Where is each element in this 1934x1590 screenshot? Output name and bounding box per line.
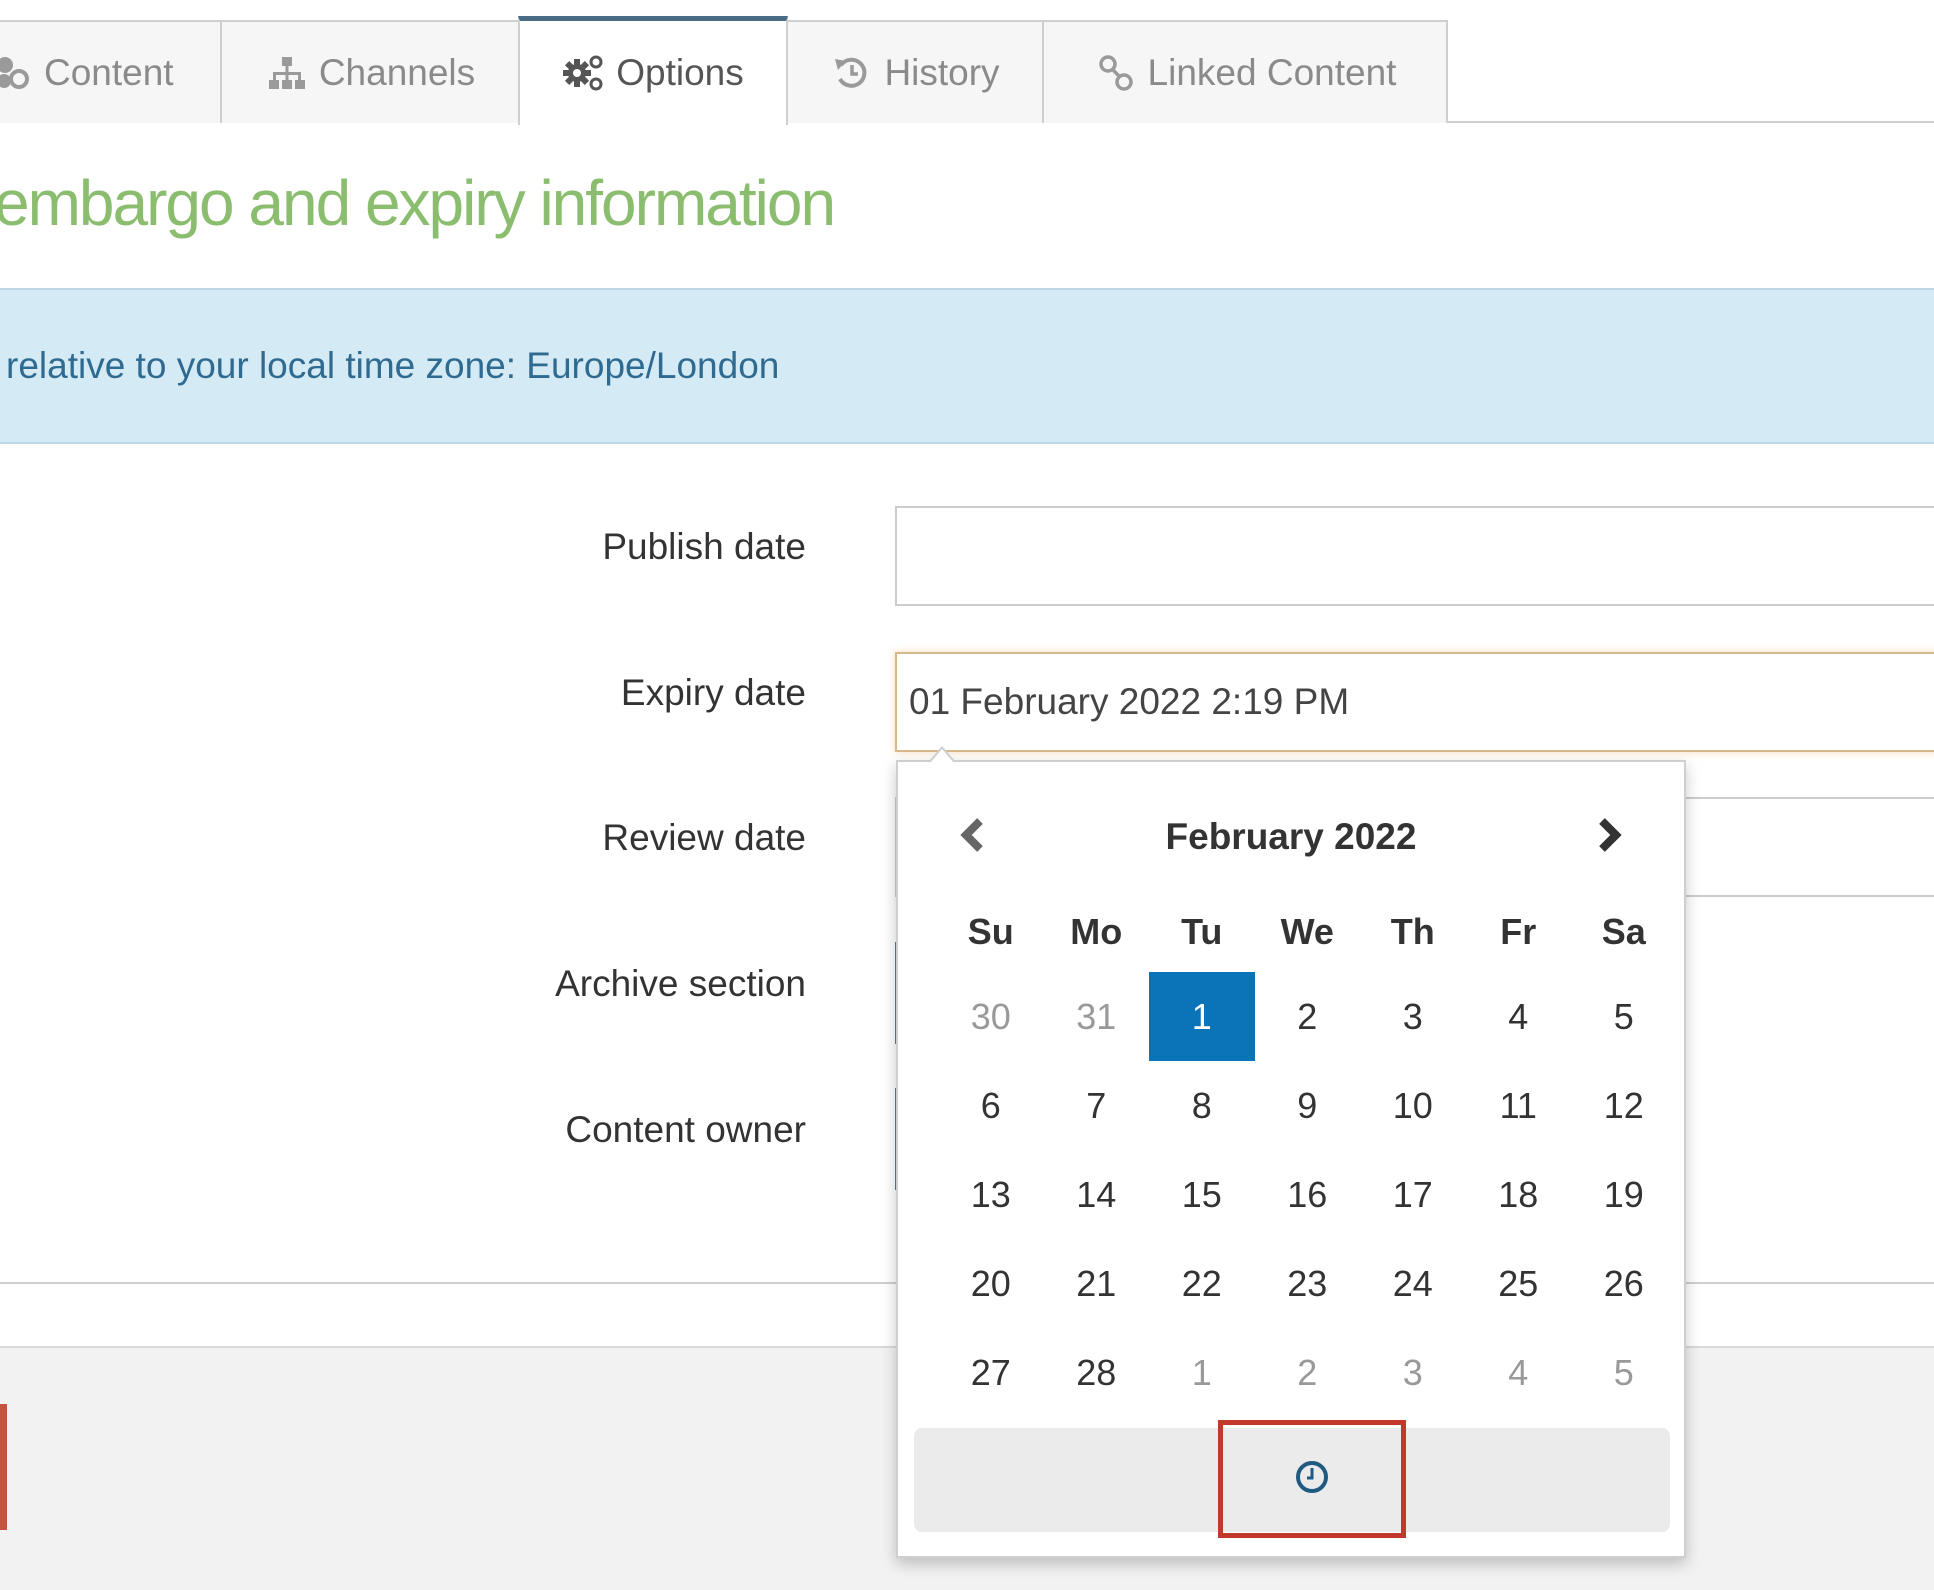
- clock-icon: [1293, 1458, 1331, 1501]
- expiry-date-value: 01 February 2022 2:19 PM: [909, 681, 1350, 722]
- calendar-day[interactable]: 14: [1044, 1150, 1150, 1239]
- datepicker-header: February 2022: [898, 802, 1684, 872]
- calendar-day-selected[interactable]: 1: [1149, 972, 1255, 1061]
- calendar-day[interactable]: 21: [1044, 1239, 1150, 1328]
- calendar-day[interactable]: 10: [1360, 1061, 1466, 1150]
- content-owner-label: Content owner: [565, 1109, 806, 1150]
- tab-label: Content: [44, 51, 174, 93]
- tab-linked-content[interactable]: Linked Content: [1042, 20, 1448, 123]
- weekday-header: Fr: [1500, 911, 1537, 952]
- tab-label: Channels: [318, 51, 476, 93]
- calendar-day-other-month[interactable]: 5: [1571, 1328, 1677, 1417]
- weekday-header: Th: [1390, 911, 1435, 952]
- publish-date-input[interactable]: [895, 506, 1934, 606]
- calendar-day[interactable]: 7: [1044, 1061, 1150, 1150]
- tab-label: History: [884, 51, 1000, 93]
- gears-icon: [562, 53, 606, 93]
- section-title: embargo and expiry information: [0, 167, 836, 239]
- calendar-day[interactable]: 17: [1360, 1150, 1466, 1239]
- calendar-day[interactable]: 22: [1149, 1239, 1255, 1328]
- calendar-day-other-month[interactable]: 30: [938, 972, 1044, 1061]
- tab-channels[interactable]: Channels: [220, 20, 520, 123]
- time-picker-toggle-button[interactable]: [1218, 1420, 1406, 1538]
- calendar-day[interactable]: 20: [938, 1239, 1044, 1328]
- calendar-day[interactable]: 24: [1360, 1239, 1466, 1328]
- weekday-header: Mo: [1070, 911, 1123, 952]
- tab-bar: Content Channels Options History Linked …: [0, 0, 1934, 125]
- next-month-button[interactable]: [1574, 802, 1644, 872]
- calendar-day[interactable]: 3: [1360, 972, 1466, 1061]
- timezone-info-banner: relative to your local time zone: Europe…: [0, 288, 1934, 444]
- datepicker-time-bar: [914, 1420, 1670, 1538]
- datepicker-popup: February 2022 Su Mo Tu We Th Fr Sa 30 31 1 2 3 4 5 6 7 8…: [896, 746, 1686, 1558]
- expiry-date-input[interactable]: 01 February 2022 2:19 PM: [895, 652, 1934, 752]
- tab-content[interactable]: Content: [0, 20, 222, 123]
- calendar-day[interactable]: 18: [1466, 1150, 1572, 1239]
- datepicker-grid: Su Mo Tu We Th Fr Sa 30 31 1 2 3 4 5 6 7 8 9 10 11 12 13 14 15 1…: [938, 892, 1678, 1417]
- footer-action-button-edge[interactable]: [0, 1404, 7, 1530]
- datepicker-month-title[interactable]: February 2022: [898, 802, 1684, 872]
- content-icon: [0, 53, 34, 93]
- calendar-day[interactable]: 16: [1255, 1150, 1361, 1239]
- archive-section-label: Archive section: [555, 963, 806, 1004]
- calendar-day[interactable]: 15: [1149, 1150, 1255, 1239]
- calendar-day[interactable]: 27: [938, 1328, 1044, 1417]
- calendar-day-other-month[interactable]: 2: [1255, 1328, 1361, 1417]
- calendar-day-other-month[interactable]: 31: [1044, 972, 1150, 1061]
- calendar-day[interactable]: 26: [1571, 1239, 1677, 1328]
- calendar-day[interactable]: 2: [1255, 972, 1361, 1061]
- calendar-day[interactable]: 19: [1571, 1150, 1677, 1239]
- prev-month-button[interactable]: [938, 802, 1008, 872]
- weekday-header: Su: [967, 911, 1014, 952]
- tab-label: Linked Content: [1147, 51, 1397, 93]
- tab-label: Options: [616, 52, 744, 93]
- timezone-info-text: relative to your local time zone: Europe…: [6, 345, 780, 386]
- chevron-left-icon: [958, 815, 988, 860]
- weekday-header: Sa: [1601, 911, 1646, 952]
- publish-date-label: Publish date: [602, 526, 806, 567]
- calendar-day-other-month[interactable]: 3: [1360, 1328, 1466, 1417]
- calendar-day-other-month[interactable]: 1: [1149, 1328, 1255, 1417]
- calendar-day[interactable]: 4: [1466, 972, 1572, 1061]
- calendar-day[interactable]: 8: [1149, 1061, 1255, 1150]
- calendar-day[interactable]: 9: [1255, 1061, 1361, 1150]
- calendar-day[interactable]: 5: [1571, 972, 1677, 1061]
- calendar-day[interactable]: 12: [1571, 1061, 1677, 1150]
- history-icon: [830, 53, 874, 93]
- tab-options[interactable]: Options: [518, 16, 788, 125]
- datepicker-caret: [928, 746, 956, 763]
- review-date-label: Review date: [602, 817, 806, 858]
- calendar-day[interactable]: 11: [1466, 1061, 1572, 1150]
- expiry-date-label: Expiry date: [620, 672, 806, 713]
- calendar-day-other-month[interactable]: 4: [1466, 1328, 1572, 1417]
- page: Content Channels Options History Linked …: [0, 0, 1934, 1590]
- calendar-day[interactable]: 25: [1466, 1239, 1572, 1328]
- weekday-header: Tu: [1181, 911, 1223, 952]
- calendar-day[interactable]: 13: [938, 1150, 1044, 1239]
- chevron-right-icon: [1594, 815, 1624, 860]
- calendar-day[interactable]: 23: [1255, 1239, 1361, 1328]
- tab-history[interactable]: History: [786, 20, 1044, 123]
- sitemap-icon: [265, 53, 309, 93]
- weekday-header: We: [1280, 911, 1334, 952]
- calendar-day[interactable]: 6: [938, 1061, 1044, 1150]
- link-icon: [1094, 53, 1138, 93]
- calendar-day[interactable]: 28: [1044, 1328, 1150, 1417]
